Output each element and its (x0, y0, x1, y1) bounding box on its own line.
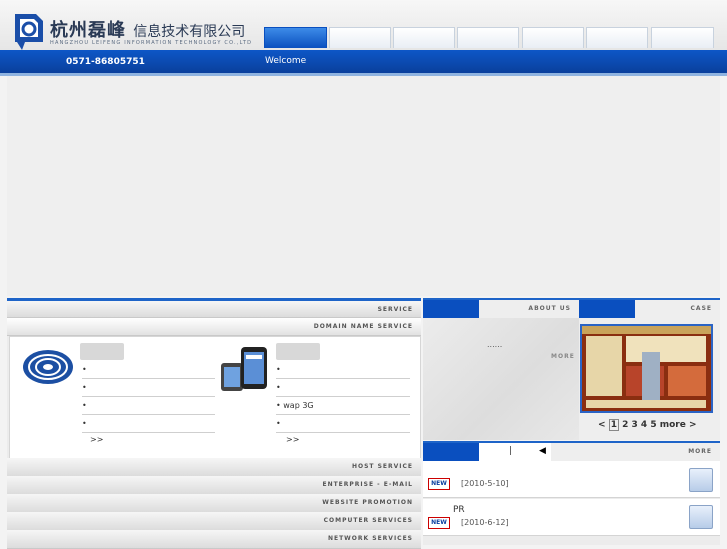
domain-service-box: • • • • >> • • • wap 3G • >> (9, 336, 421, 460)
news-tab-active[interactable] (423, 443, 479, 461)
host-service-link[interactable]: HOST SERVICE (7, 458, 421, 477)
service-header: SERVICE (7, 301, 421, 318)
list-item[interactable]: • (82, 419, 215, 433)
case-thumbnail (582, 326, 711, 411)
page-2[interactable]: 2 (622, 420, 628, 430)
document-icon[interactable] (689, 468, 713, 492)
company-name-en: HANGZHOU LEIFENG INFORMATION TECHNOLOGY … (50, 40, 253, 46)
network-services-link[interactable]: NETWORK SERVICES (7, 530, 421, 549)
nav-tab-6[interactable] (586, 27, 648, 48)
strip-label: HOST SERVICE (351, 463, 413, 470)
page-4[interactable]: 4 (641, 420, 647, 430)
page-more[interactable]: more > (660, 420, 697, 430)
service-panel: SERVICE DOMAIN NAME SERVICE • • • • >> •… (7, 298, 421, 549)
list-item[interactable]: • (82, 383, 215, 397)
list-item[interactable]: • (82, 401, 215, 415)
domain-service-title: DOMAIN NAME SERVICE (313, 323, 413, 330)
case-header-tab (579, 300, 635, 318)
document-icon[interactable] (689, 505, 713, 529)
about-text: ...... (487, 340, 503, 349)
page-1[interactable]: 1 (608, 419, 619, 431)
list-item[interactable]: • (276, 383, 410, 397)
case-title: CASE (690, 305, 712, 312)
list-item[interactable]: • (276, 365, 410, 379)
about-header: ABOUT US (423, 298, 579, 318)
about-title: ABOUT US (528, 305, 571, 312)
new-badge: NEW (428, 478, 450, 490)
banner-area (7, 76, 720, 296)
website-promotion-link[interactable]: WEBSITE PROMOTION (7, 494, 421, 513)
case-pagination: < 1 2 3 4 5 more > (598, 419, 697, 431)
case-screenshot-image[interactable] (580, 324, 713, 413)
about-more-link[interactable]: MORE (551, 353, 575, 360)
list-item[interactable]: • (276, 419, 410, 433)
welcome-text: Welcome (265, 56, 307, 66)
service-category-label-right (276, 343, 320, 360)
about-panel: ABOUT US ...... MORE (423, 298, 579, 440)
news-row[interactable]: NEW PR [2010-6-12] (423, 499, 720, 536)
company-logo-icon[interactable] (12, 10, 46, 52)
nav-tab-4[interactable] (457, 27, 519, 48)
company-name-cn: 杭州磊峰 (50, 20, 126, 41)
nav-tab-2[interactable] (329, 27, 391, 48)
news-panel: | ◀ MORE NEW [2010-5-10] NEW PR [2010-6-… (423, 441, 720, 545)
news-date: [2010-6-12] (461, 518, 509, 527)
more-link-right[interactable]: >> (286, 435, 299, 444)
nav-tab-5[interactable] (522, 27, 584, 48)
case-header: CASE (579, 298, 720, 318)
computer-services-link[interactable]: COMPUTER SERVICES (7, 512, 421, 531)
domain-service-header[interactable]: DOMAIN NAME SERVICE (7, 318, 421, 336)
caret-left-icon[interactable]: ◀ (539, 446, 546, 456)
about-header-tab (423, 300, 479, 318)
enterprise-email-link[interactable]: ENTERPRISE - E-MAIL (7, 476, 421, 495)
network-globe-icon (23, 350, 73, 384)
company-name: 杭州磊峰 信息技术有限公司 (50, 16, 245, 42)
nav-tab-3[interactable] (393, 27, 455, 48)
page-3[interactable]: 3 (632, 420, 638, 430)
new-badge: NEW (428, 517, 450, 529)
page-prev[interactable]: < (598, 420, 606, 430)
company-name-cn-sub: 信息技术有限公司 (133, 24, 246, 40)
service-category-label-left (80, 343, 124, 360)
news-more-link[interactable]: MORE (688, 448, 712, 455)
mobile-phone-icon (221, 347, 267, 391)
strip-label: ENTERPRISE - E-MAIL (322, 481, 413, 488)
strip-label: COMPUTER SERVICES (323, 517, 413, 524)
news-title[interactable]: PR (453, 505, 465, 515)
strip-label: NETWORK SERVICES (327, 535, 413, 542)
service-title: SERVICE (377, 306, 413, 313)
news-tab-inactive[interactable]: | ◀ (479, 443, 551, 461)
news-row[interactable]: NEW [2010-5-10] (423, 461, 720, 498)
strip-label: WEBSITE PROMOTION (322, 499, 413, 506)
news-date: [2010-5-10] (461, 479, 509, 488)
nav-tab-7[interactable] (651, 27, 714, 48)
page-5[interactable]: 5 (650, 420, 656, 430)
tab-separator: | (509, 446, 513, 456)
list-item[interactable]: • wap 3G (276, 401, 410, 415)
news-header: | ◀ MORE (423, 441, 720, 461)
more-link-left[interactable]: >> (90, 435, 103, 444)
list-item[interactable]: • (82, 365, 215, 379)
nav-tab-home[interactable] (264, 27, 327, 48)
phone-number: 0571-86805751 (66, 57, 145, 67)
